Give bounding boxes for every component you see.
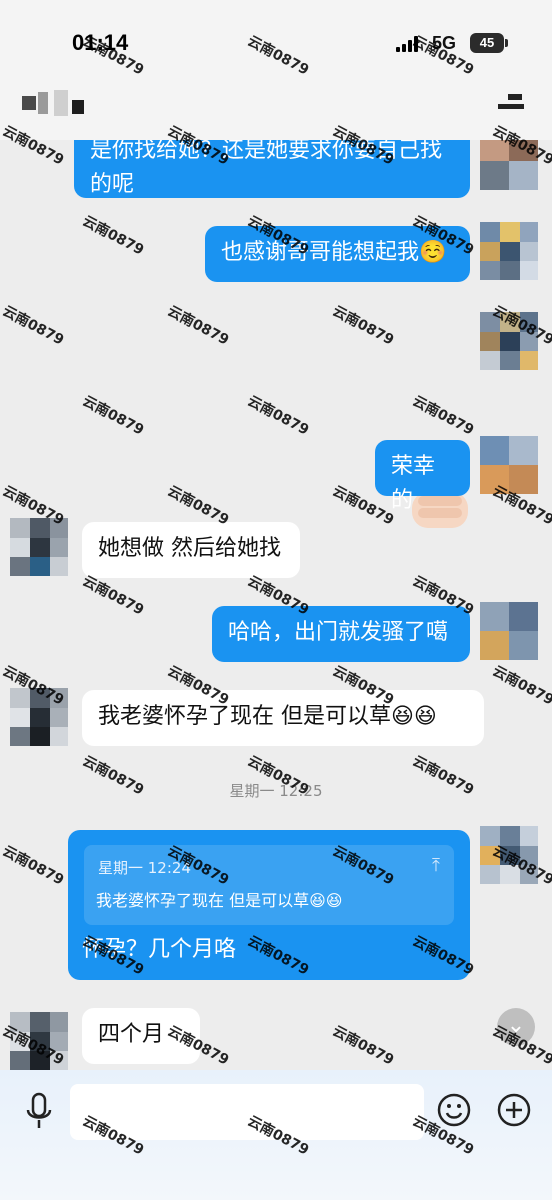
microphone-icon[interactable] [24, 1092, 54, 1132]
avatar-contact[interactable] [10, 688, 68, 746]
avatar-contact[interactable] [10, 1012, 68, 1070]
chat-header [0, 70, 552, 140]
contact-name-pixelated[interactable] [22, 90, 102, 120]
avatar-self[interactable] [480, 140, 538, 190]
message-bubble-outgoing[interactable]: 也感谢哥哥能想起我☺️ [205, 226, 470, 282]
message-input[interactable] [70, 1084, 424, 1140]
avatar-self[interactable] [480, 222, 538, 280]
avatar-contact[interactable] [10, 518, 68, 576]
signal-icon [396, 36, 422, 52]
avatar-self[interactable] [480, 826, 538, 884]
message-bubble-incoming[interactable]: 她想做 然后给她找 [82, 522, 300, 578]
more-menu-icon[interactable] [498, 92, 524, 114]
message-bubble-incoming[interactable]: 四个月 [82, 1008, 200, 1064]
plus-icon[interactable] [496, 1092, 532, 1128]
message-bubble-outgoing[interactable]: 荣幸的 [375, 440, 470, 513]
reply-text: 怀孕？几个月咯 [82, 937, 237, 962]
message-bubble-incoming[interactable]: 我老婆怀孕了现在 但是可以草😆😆 [82, 690, 484, 746]
time-divider: 星期一 12:25 [229, 782, 323, 800]
scroll-to-bottom-button[interactable]: ⌄ [497, 1008, 535, 1046]
network-label: 5G [432, 33, 457, 53]
status-bar: 01:14 5G 45 [0, 0, 552, 70]
avatar-self[interactable] [480, 602, 538, 660]
message-list[interactable]: 是你找给她？还是她要求你要自己找的呢 也感谢哥哥能想起我☺️ 荣幸的 她想做 然… [0, 140, 552, 1070]
quote-header: 星期一 12:24 [98, 859, 191, 877]
status-time: 01:14 [72, 30, 129, 55]
emoji-icon[interactable] [436, 1092, 472, 1128]
avatar-self[interactable] [480, 436, 538, 494]
arrow-up-icon[interactable]: ⤒ [432, 855, 440, 876]
input-bar [0, 1070, 552, 1200]
quoted-message[interactable]: 星期一 12:24 我老婆怀孕了现在 但是可以草😆😆 ⤒ [84, 845, 454, 925]
avatar-self[interactable] [480, 312, 538, 370]
quote-text: 我老婆怀孕了现在 但是可以草😆😆 [96, 891, 343, 910]
battery-icon: 45 [470, 33, 508, 53]
message-bubble-outgoing[interactable]: 是你找给她？还是她要求你要自己找的呢 [74, 140, 470, 198]
message-bubble-outgoing[interactable]: 哈哈，出门就发骚了噶 [212, 606, 470, 662]
